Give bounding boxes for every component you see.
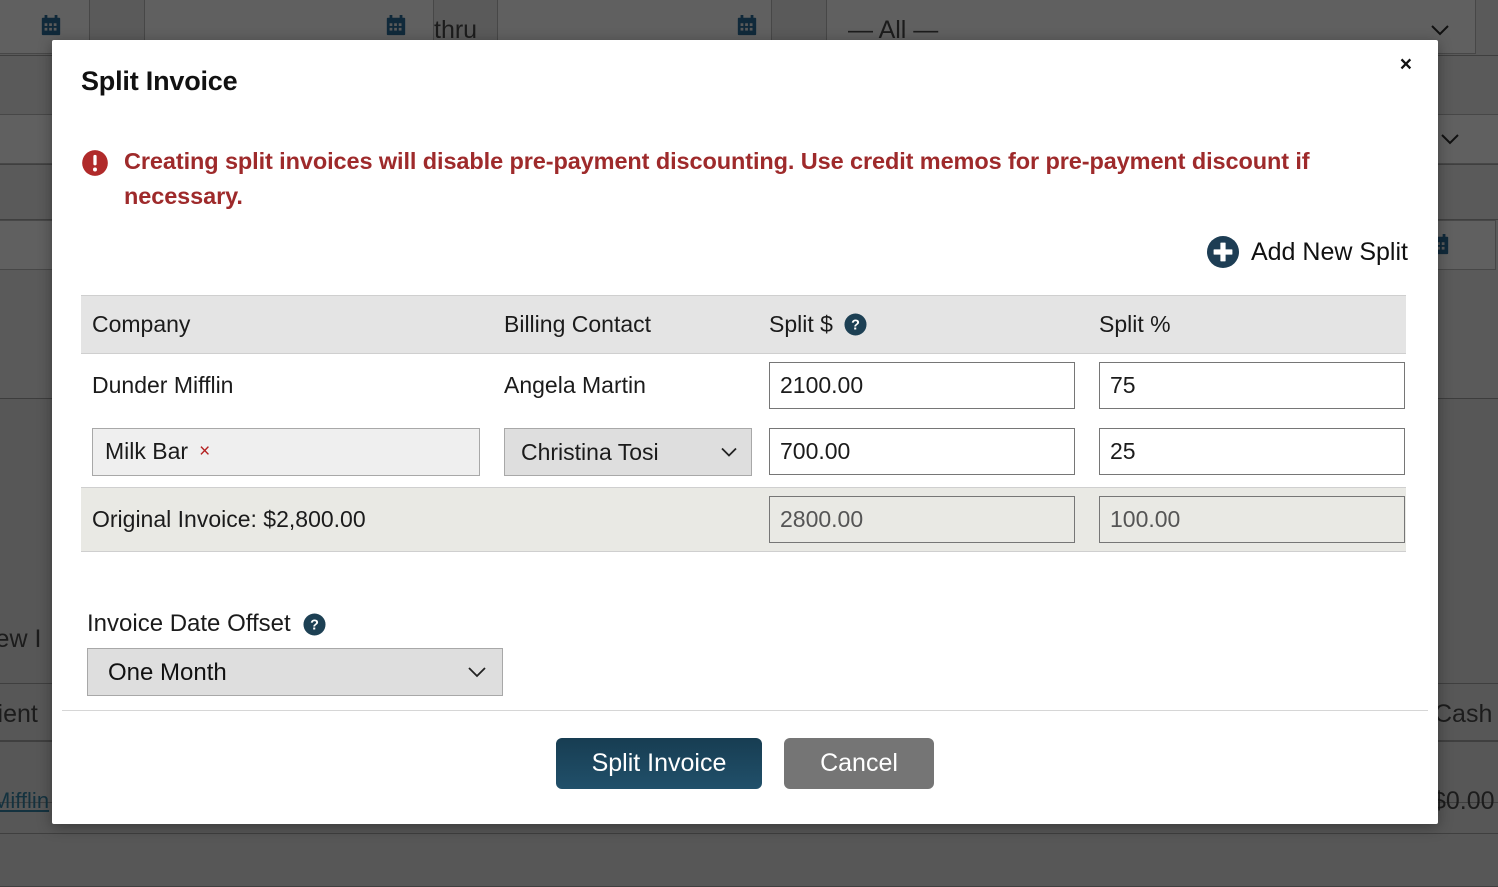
footer-divider: [62, 710, 1428, 711]
chevron-down-icon: [1430, 24, 1450, 36]
calendar-icon: [385, 15, 407, 37]
invoice-date-offset-block: Invoice Date Offset ? One Month: [87, 610, 503, 696]
bg-view-label: iew I: [0, 625, 41, 654]
total-split-percent-input: [1099, 496, 1405, 543]
bg-results-row-footer: [0, 833, 1498, 887]
invoice-date-offset-label: Invoice Date Offset ?: [87, 610, 503, 638]
cell-total-split-dollar: [758, 487, 1088, 551]
warning-banner: Creating split invoices will disable pre…: [81, 144, 1411, 213]
column-header-split-dollar: Split $ ?: [758, 296, 1088, 354]
cell-split-percent: [1088, 354, 1406, 418]
bg-company-link[interactable]: Mifflin: [0, 788, 49, 814]
split-table: Company Billing Contact Split $ ? Spl: [81, 295, 1406, 552]
original-invoice-label: Original Invoice: $2,800.00: [81, 487, 758, 551]
cell-billing-contact: Christina Tosi: [493, 417, 758, 487]
bg-cashflow-label: Cash F: [1434, 700, 1498, 729]
split-dollar-input[interactable]: [769, 428, 1075, 475]
invoice-date-offset-select-wrap: One Month: [87, 648, 503, 696]
column-header-billing-contact-label: Billing Contact: [504, 311, 651, 338]
cell-total-split-percent: [1088, 487, 1406, 551]
billing-contact-select[interactable]: Christina Tosi: [504, 428, 752, 476]
split-percent-input[interactable]: [1099, 428, 1405, 475]
column-header-split-dollar-label: Split $: [769, 311, 833, 338]
modal-footer: Split Invoice Cancel: [52, 738, 1438, 789]
table-row: Dunder Mifflin Angela Martin: [81, 354, 1406, 418]
cell-split-dollar: [758, 417, 1088, 487]
calendar-icon: [40, 15, 62, 37]
cell-company: Dunder Mifflin: [81, 354, 493, 418]
column-header-split-percent-label: Split %: [1099, 311, 1171, 338]
svg-text:?: ?: [851, 318, 860, 334]
split-invoice-modal: × Split Invoice Creating split invoices …: [52, 40, 1438, 824]
column-header-split-percent: Split %: [1088, 296, 1406, 354]
help-icon[interactable]: ?: [844, 313, 867, 336]
column-header-billing-contact: Billing Contact: [493, 296, 758, 354]
cell-split-dollar: [758, 354, 1088, 418]
split-invoice-button[interactable]: Split Invoice: [556, 738, 762, 789]
split-dollar-input[interactable]: [769, 362, 1075, 409]
remove-tag-icon[interactable]: ×: [199, 442, 210, 461]
plus-circle-icon: [1206, 235, 1240, 269]
bg-client-label: lient: [0, 700, 38, 729]
calendar-icon: [736, 15, 758, 37]
table-row: Milk Bar × Christina Tosi: [81, 417, 1406, 487]
company-tag-field[interactable]: Milk Bar ×: [92, 428, 480, 476]
cancel-button[interactable]: Cancel: [784, 738, 934, 789]
svg-text:?: ?: [310, 617, 319, 633]
table-header-row: Company Billing Contact Split $ ? Spl: [81, 296, 1406, 354]
cell-company: Milk Bar ×: [81, 417, 493, 487]
total-split-dollar-input: [769, 496, 1075, 543]
billing-contact-select-wrap: Christina Tosi: [504, 428, 752, 476]
close-icon[interactable]: ×: [1394, 50, 1418, 79]
table-total-row: Original Invoice: $2,800.00: [81, 487, 1406, 551]
split-percent-input[interactable]: [1099, 362, 1405, 409]
column-header-company-label: Company: [92, 311, 190, 338]
alert-circle-icon: [81, 149, 109, 177]
add-new-split-button[interactable]: Add New Split: [1206, 235, 1408, 269]
column-header-company: Company: [81, 296, 493, 354]
cell-split-percent: [1088, 417, 1406, 487]
warning-text: Creating split invoices will disable pre…: [124, 144, 1411, 213]
invoice-date-offset-label-text: Invoice Date Offset: [87, 610, 291, 638]
add-new-split-label: Add New Split: [1251, 238, 1408, 267]
bg-amount-value: $0.00: [1432, 787, 1495, 816]
chevron-down-icon: [1440, 133, 1460, 145]
page-title: Split Invoice: [81, 66, 237, 97]
invoice-date-offset-select[interactable]: One Month: [87, 648, 503, 696]
help-icon[interactable]: ?: [303, 613, 326, 636]
cell-billing-contact: Angela Martin: [493, 354, 758, 418]
company-tag-label: Milk Bar: [105, 438, 188, 465]
